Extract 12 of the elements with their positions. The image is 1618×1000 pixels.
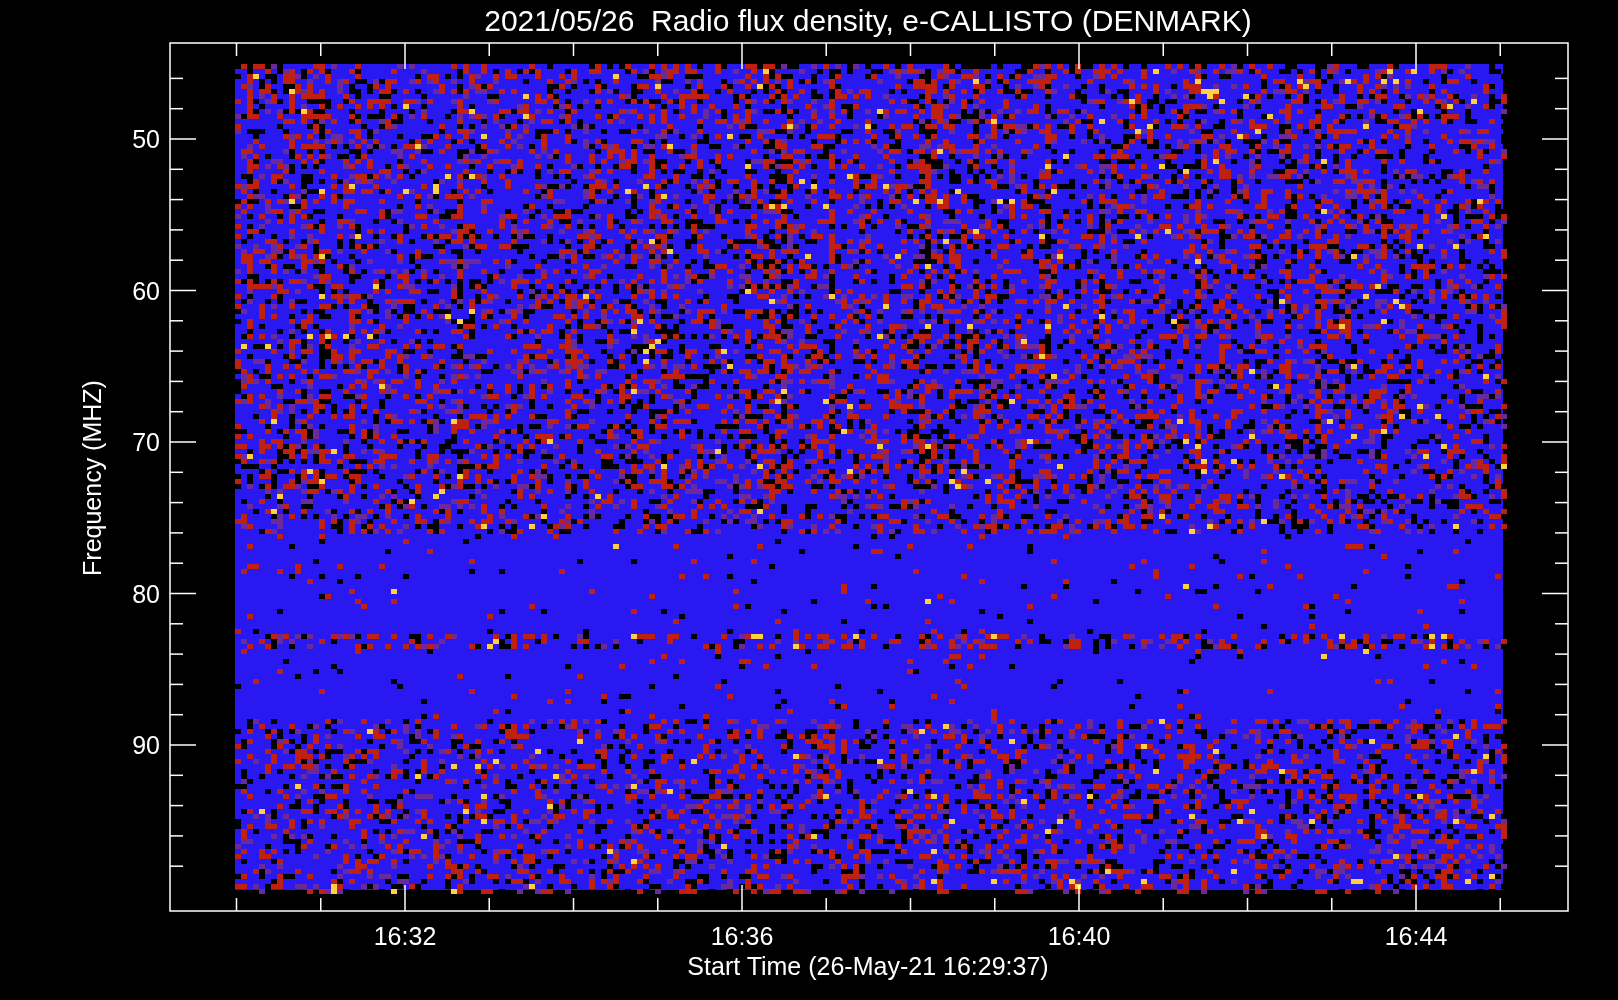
chart-title: 2021/05/26 Radio flux density, e-CALLISTO (DENMARK)	[484, 4, 1252, 37]
x-tick-label: 16:40	[1047, 922, 1111, 950]
y-tick-label: 80	[132, 579, 160, 608]
x-tick-label: 16:36	[710, 922, 774, 950]
y-axis-label: Frequency (MHZ)	[78, 380, 106, 576]
x-tick-label: 16:32	[373, 922, 437, 950]
y-tick-label: 60	[132, 276, 160, 305]
y-tick-label: 90	[132, 731, 160, 759]
y-tick-label: 50	[132, 125, 160, 153]
y-tick-label: 70	[132, 428, 160, 456]
x-axis-label: Start Time (26-May-21 16:29:37)	[687, 952, 1049, 980]
x-tick-label: 16:44	[1384, 922, 1448, 950]
